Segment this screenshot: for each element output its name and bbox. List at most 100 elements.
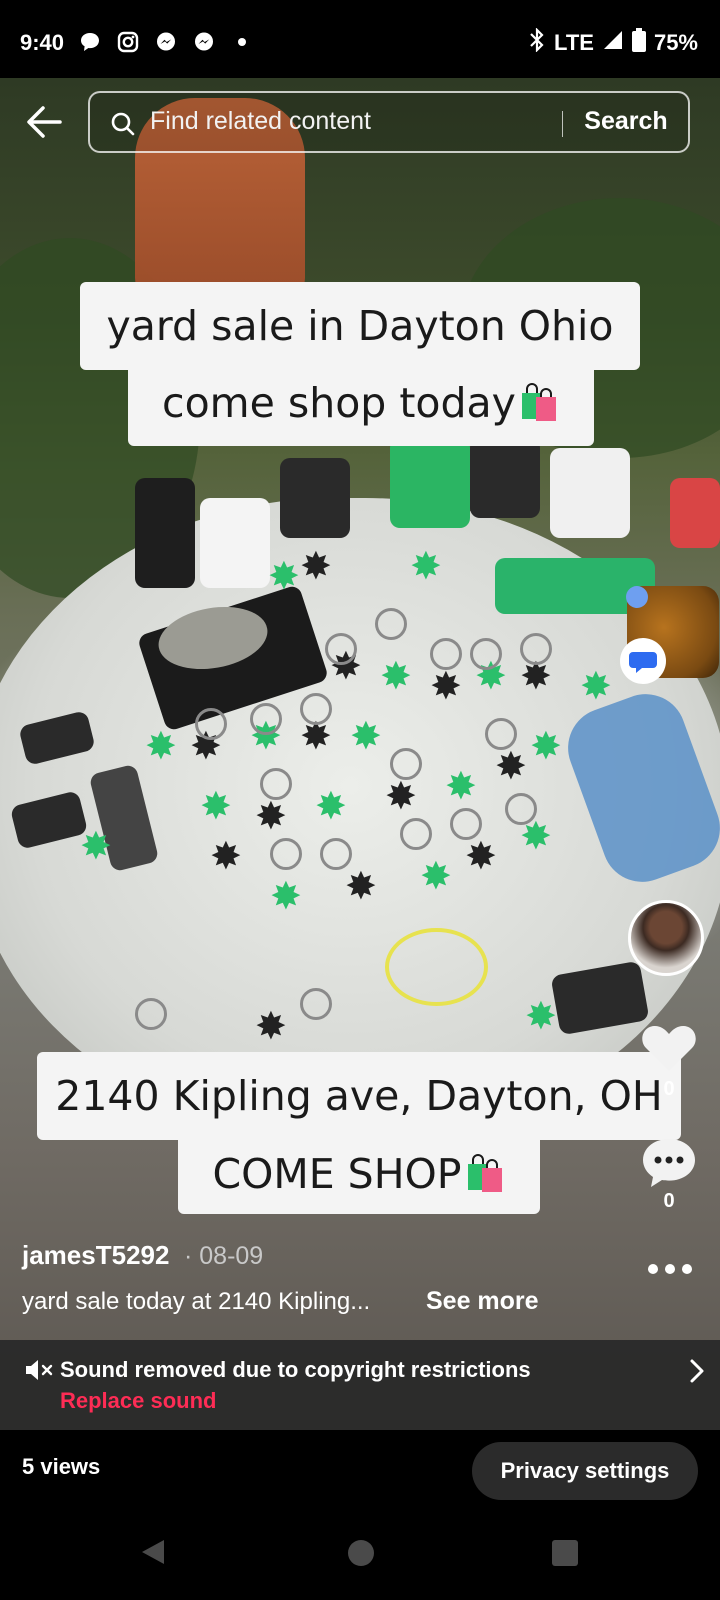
figurine <box>280 458 350 538</box>
leaf-keychain: ✸ <box>315 786 347 828</box>
leaf-keychain: ✸ <box>525 996 557 1038</box>
leaf-keychain: ✸ <box>200 786 232 828</box>
yellow-ring <box>385 928 488 1006</box>
leaf-keychain: ✸ <box>255 1006 287 1048</box>
shopping-bags-icon <box>462 1140 506 1192</box>
post-date: · 08-09 <box>184 1242 264 1270</box>
status-bar: 9:40 LTE 75% <box>0 0 720 78</box>
status-time: 9:40 <box>20 30 65 55</box>
caption-text: come shop today <box>162 379 516 427</box>
leaf-keychain: ✸ <box>210 836 242 878</box>
figurine <box>200 498 270 588</box>
leaf-keychain: ✸ <box>300 546 332 588</box>
caption-line: 2140 Kipling ave, Dayton, OH <box>37 1052 681 1140</box>
leaf-keychain: ✸ <box>345 866 377 908</box>
keyring <box>325 633 357 665</box>
figurine <box>470 438 540 518</box>
keyring <box>260 768 292 800</box>
creator-avatar[interactable] <box>628 900 704 976</box>
caption-text: 2140 Kipling ave, Dayton, OH <box>55 1072 663 1120</box>
message-badge-icon[interactable] <box>620 638 666 684</box>
comment-icon[interactable] <box>640 1136 698 1190</box>
leaf-keychain: ✸ <box>145 726 177 768</box>
comment-count: 0 <box>663 1190 675 1212</box>
leaf-keychain: ✸ <box>350 716 382 758</box>
muted-speaker-icon <box>24 1358 54 1382</box>
keyring <box>250 703 282 735</box>
leaf-keychain: ✸ <box>530 726 562 768</box>
figurine <box>550 448 630 538</box>
keyring <box>375 608 407 640</box>
search-input[interactable]: Find related content <box>150 107 371 136</box>
search-bar[interactable]: Find related content Search <box>88 91 690 153</box>
sound-removed-text: Sound removed due to copyright restricti… <box>60 1357 531 1382</box>
bluetooth-icon <box>528 27 546 58</box>
leaf-keychain: ✸ <box>268 556 300 598</box>
messenger-icon <box>192 30 216 54</box>
see-more-link[interactable]: See more <box>426 1287 539 1316</box>
keyring <box>300 988 332 1020</box>
nav-recents-icon[interactable] <box>552 1540 578 1566</box>
status-dot <box>626 586 648 608</box>
instagram-icon <box>116 30 140 54</box>
keyring <box>135 998 167 1030</box>
leaf-keychain: ✸ <box>420 856 452 898</box>
nav-back-icon[interactable] <box>140 1538 166 1566</box>
chat-bubble-icon <box>78 30 102 54</box>
privacy-settings-button[interactable]: Privacy settings <box>472 1442 698 1500</box>
keyring <box>505 793 537 825</box>
signal-icon <box>602 29 624 57</box>
like-count: 0 <box>663 1078 675 1100</box>
username[interactable]: jamesT5292 <box>22 1240 169 1271</box>
search-button[interactable]: Search <box>576 107 676 136</box>
keyring <box>300 693 332 725</box>
keyring <box>390 748 422 780</box>
keyring <box>450 808 482 840</box>
caption-line: yard sale in Dayton Ohio <box>80 282 640 370</box>
figurine <box>135 478 195 588</box>
keyring <box>400 818 432 850</box>
back-arrow-icon[interactable] <box>24 104 68 144</box>
notification-icons <box>78 30 254 54</box>
shopping-bags-icon <box>516 366 560 421</box>
views-count: 5 views <box>22 1454 101 1479</box>
more-options-icon[interactable] <box>645 1262 695 1276</box>
battery-icon <box>631 28 646 58</box>
leaf-keychain: ✸ <box>385 776 417 818</box>
search-divider <box>562 111 563 137</box>
footer-bar: 5 views Privacy settings <box>0 1430 720 1508</box>
dot-icon <box>230 30 254 54</box>
post-description: yard sale today at 2140 Kipling... <box>22 1288 371 1315</box>
replace-sound-link[interactable]: Replace sound <box>60 1388 216 1414</box>
keyring <box>470 638 502 670</box>
leaf-keychain: ✸ <box>270 876 302 918</box>
leaf-keychain: ✸ <box>255 796 287 838</box>
caption-line: come shop today <box>128 360 594 446</box>
video-player[interactable]: ✸ ✸ ✸ ✸ ✸ ✸ ✸ ✸ ✸ ✸ ✸ ✸ ✸ ✸ ✸ ✸ ✸ ✸ ✸ ✸ … <box>0 78 720 1430</box>
search-icon <box>110 111 136 137</box>
keyring <box>270 838 302 870</box>
figurine <box>390 438 470 528</box>
leaf-keychain: ✸ <box>495 746 527 788</box>
caption-text: yard sale in Dayton Ohio <box>106 302 614 350</box>
keyring <box>520 633 552 665</box>
caption-text: COME SHOP <box>212 1150 462 1198</box>
messenger-icon <box>154 30 178 54</box>
sound-notice-bar[interactable]: Sound removed due to copyright restricti… <box>0 1340 720 1430</box>
nav-home-icon[interactable] <box>348 1540 374 1566</box>
leaf-keychain: ✸ <box>410 546 442 588</box>
network-type: LTE <box>554 30 594 55</box>
like-heart-icon[interactable] <box>640 1022 698 1074</box>
caption-line: COME SHOP <box>178 1134 540 1214</box>
leaf-keychain: ✸ <box>430 666 462 708</box>
status-right: LTE 75% <box>528 27 698 58</box>
red-can <box>670 478 720 548</box>
leaf-keychain: ✸ <box>580 666 612 708</box>
leaf-keychain: ✸ <box>465 836 497 878</box>
keyring <box>430 638 462 670</box>
system-nav-bar <box>0 1508 720 1600</box>
keyring <box>320 838 352 870</box>
leaf-keychain: ✸ <box>445 766 477 808</box>
leaf-keychain: ✸ <box>380 656 412 698</box>
chevron-right-icon[interactable] <box>688 1358 706 1384</box>
